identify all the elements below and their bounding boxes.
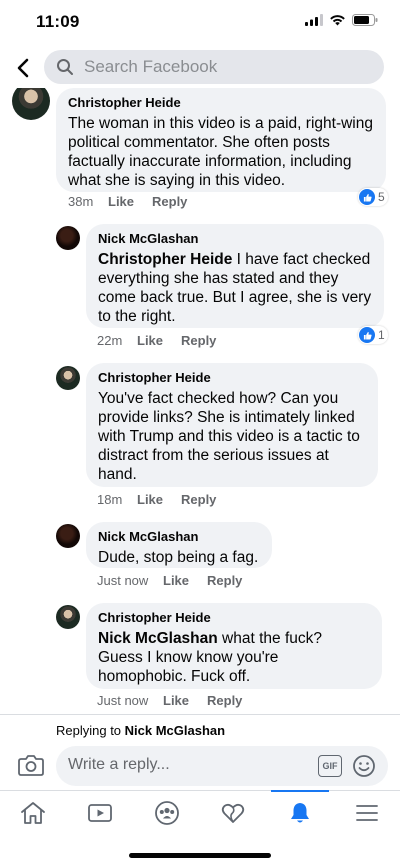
status-icons [305,14,378,26]
like-button[interactable]: Like [108,194,134,209]
like-button[interactable]: Like [137,492,163,507]
top-bar [0,44,400,92]
comment-time: 18m [97,492,123,507]
comment-meta: Just now Like Reply [97,693,260,708]
smiley-icon [353,755,375,777]
groups-icon [155,801,179,825]
reply-composer: GIF [0,744,400,790]
home-indicator[interactable] [129,853,271,858]
thumbs-up-icon [359,189,375,205]
comment-author[interactable]: Christopher Heide [98,610,370,626]
comment-text: Dude, stop being a fag. [98,549,259,566]
wifi-icon [330,15,345,26]
hearts-icon [221,803,245,823]
reaction-count[interactable]: 1 [358,326,388,344]
tab-home[interactable] [0,791,66,835]
tab-dating[interactable] [200,791,266,835]
like-button[interactable]: Like [137,333,163,348]
comment-author[interactable]: Nick McGlashan [98,231,372,247]
comment-meta: 22m Like Reply [97,333,234,348]
camera-icon [18,755,44,776]
comment-text: The woman in this video is a paid, right… [68,115,373,189]
reply-button[interactable]: Reply [181,492,216,507]
avatar[interactable] [56,524,80,548]
gif-button[interactable]: GIF [318,755,342,777]
emoji-button[interactable] [352,754,376,783]
comment-author[interactable]: Christopher Heide [68,95,374,111]
replying-to: Replying to Nick McGlashan [0,714,400,746]
avatar[interactable] [12,88,50,120]
comment-bubble[interactable]: Nick McGlashan Dude, stop being a fag. [86,522,272,568]
replying-prefix: Replying to [56,723,125,738]
reaction-number: 5 [378,190,385,204]
comments-thread: Christopher Heide The woman in this vide… [0,88,400,714]
mention-link[interactable]: Nick McGlashan [98,630,218,647]
comment-time: 22m [97,333,123,348]
comment-author[interactable]: Nick McGlashan [98,529,260,545]
reply-button[interactable]: Reply [207,573,242,588]
bell-icon [291,803,309,823]
comment-text: Christopher Heide I have fact checked ev… [98,250,372,326]
comment-bubble[interactable]: Christopher Heide Nick McGlashan what th… [86,603,382,689]
comment-meta: 38m Like Reply [68,194,205,209]
signal-icon [305,14,323,26]
bottom-tab-bar [0,790,400,834]
search-bar[interactable] [44,50,384,84]
camera-button[interactable] [18,754,44,781]
avatar[interactable] [56,605,80,629]
tab-notifications[interactable] [267,790,333,835]
tab-watch[interactable] [67,791,133,835]
reply-button[interactable]: Reply [181,333,216,348]
tab-groups[interactable] [134,791,200,835]
comment-bubble[interactable]: Nick McGlashan Christopher Heide I have … [86,224,384,328]
comment-time: 38m [68,194,94,209]
comment-author[interactable]: Christopher Heide [98,370,366,386]
back-button[interactable] [10,54,36,82]
comment-text: You've fact checked how? Can you provide… [98,390,360,483]
like-button[interactable]: Like [163,693,189,708]
hamburger-menu-icon [356,805,378,821]
home-icon [21,802,45,824]
search-input[interactable] [84,57,344,77]
comment-meta: 18m Like Reply [97,492,234,507]
status-bar: 11:09 [0,0,400,44]
replying-name: Nick McGlashan [124,723,226,738]
comment-time: Just now [97,573,149,588]
video-icon [88,804,112,822]
avatar[interactable] [56,366,80,390]
comment-text: Nick McGlashan what the fuck? Guess I kn… [98,629,370,686]
reply-button[interactable]: Reply [207,693,242,708]
search-icon [57,59,73,75]
reaction-number: 1 [378,328,385,342]
thumbs-up-icon [359,327,375,343]
reply-button[interactable]: Reply [152,194,187,209]
tab-menu[interactable] [334,791,400,835]
comment-bubble[interactable]: Christopher Heide The woman in this vide… [56,88,386,192]
reply-field[interactable]: GIF [56,746,388,786]
battery-icon [352,14,378,26]
comment-meta: Just now Like Reply [97,573,260,588]
reply-input[interactable] [68,756,308,774]
like-button[interactable]: Like [163,573,189,588]
comment-time: Just now [97,693,149,708]
status-time: 11:09 [36,12,80,31]
mention-link[interactable]: Christopher Heide [98,251,232,268]
reaction-count[interactable]: 5 [358,188,388,206]
chevron-left-icon [17,58,29,78]
comment-bubble[interactable]: Christopher Heide You've fact checked ho… [86,363,378,487]
avatar[interactable] [56,226,80,250]
